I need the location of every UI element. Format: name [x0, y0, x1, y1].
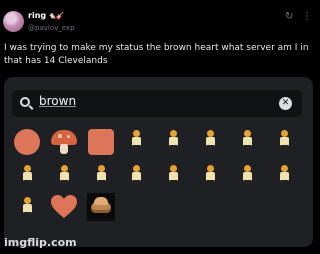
cleveland-emoji[interactable]: [241, 165, 253, 185]
brown-heart-emoji[interactable]: [50, 193, 78, 221]
cleveland-emoji[interactable]: [21, 197, 33, 217]
mushroom-stem: [60, 144, 68, 154]
refresh-icon[interactable]: ↻: [285, 12, 293, 22]
cleveland-emoji[interactable]: [21, 165, 33, 185]
clear-icon[interactable]: ✕: [279, 97, 292, 110]
brown-square-emoji[interactable]: [87, 128, 115, 156]
bread-image: [87, 193, 115, 221]
display-name-text: ring: [28, 11, 47, 20]
cleveland-emoji[interactable]: [130, 130, 142, 150]
cleveland-emoji[interactable]: [58, 165, 70, 185]
cleveland-emoji[interactable]: [204, 165, 216, 185]
avatar[interactable]: [3, 11, 24, 32]
cleveland-emoji[interactable]: [278, 130, 290, 150]
name-emojis: 🐁🎸: [48, 11, 64, 20]
brown-mushroom-emoji[interactable]: [50, 128, 78, 156]
mushroom-cap: [51, 130, 77, 145]
brown-square-shape: [88, 129, 114, 155]
post-text: I was trying to make my status the brown…: [4, 43, 309, 66]
more-options-icon[interactable]: ⋮: [302, 12, 312, 22]
cleveland-emoji[interactable]: [204, 130, 216, 150]
search-icon: [20, 97, 30, 107]
watermark: imgflip.com: [4, 236, 77, 249]
cleveland-emoji[interactable]: [95, 165, 107, 185]
cleveland-emoji[interactable]: [167, 165, 179, 185]
cleveland-emoji[interactable]: [278, 165, 290, 185]
search-input[interactable]: brown: [39, 94, 76, 108]
bread-emoji[interactable]: [87, 193, 115, 221]
cleveland-emoji[interactable]: [130, 165, 142, 185]
brown-circle-shape: [14, 129, 40, 155]
display-name[interactable]: ring 🐁🎸: [28, 11, 65, 20]
emoji-search-bar[interactable]: brown ✕: [12, 90, 302, 117]
brown-circle-emoji[interactable]: [13, 128, 41, 156]
brown-heart-icon: [51, 195, 77, 218]
cleveland-emoji[interactable]: [241, 130, 253, 150]
user-handle[interactable]: @pavlov_exp: [28, 24, 75, 32]
cleveland-emoji[interactable]: [167, 130, 179, 150]
